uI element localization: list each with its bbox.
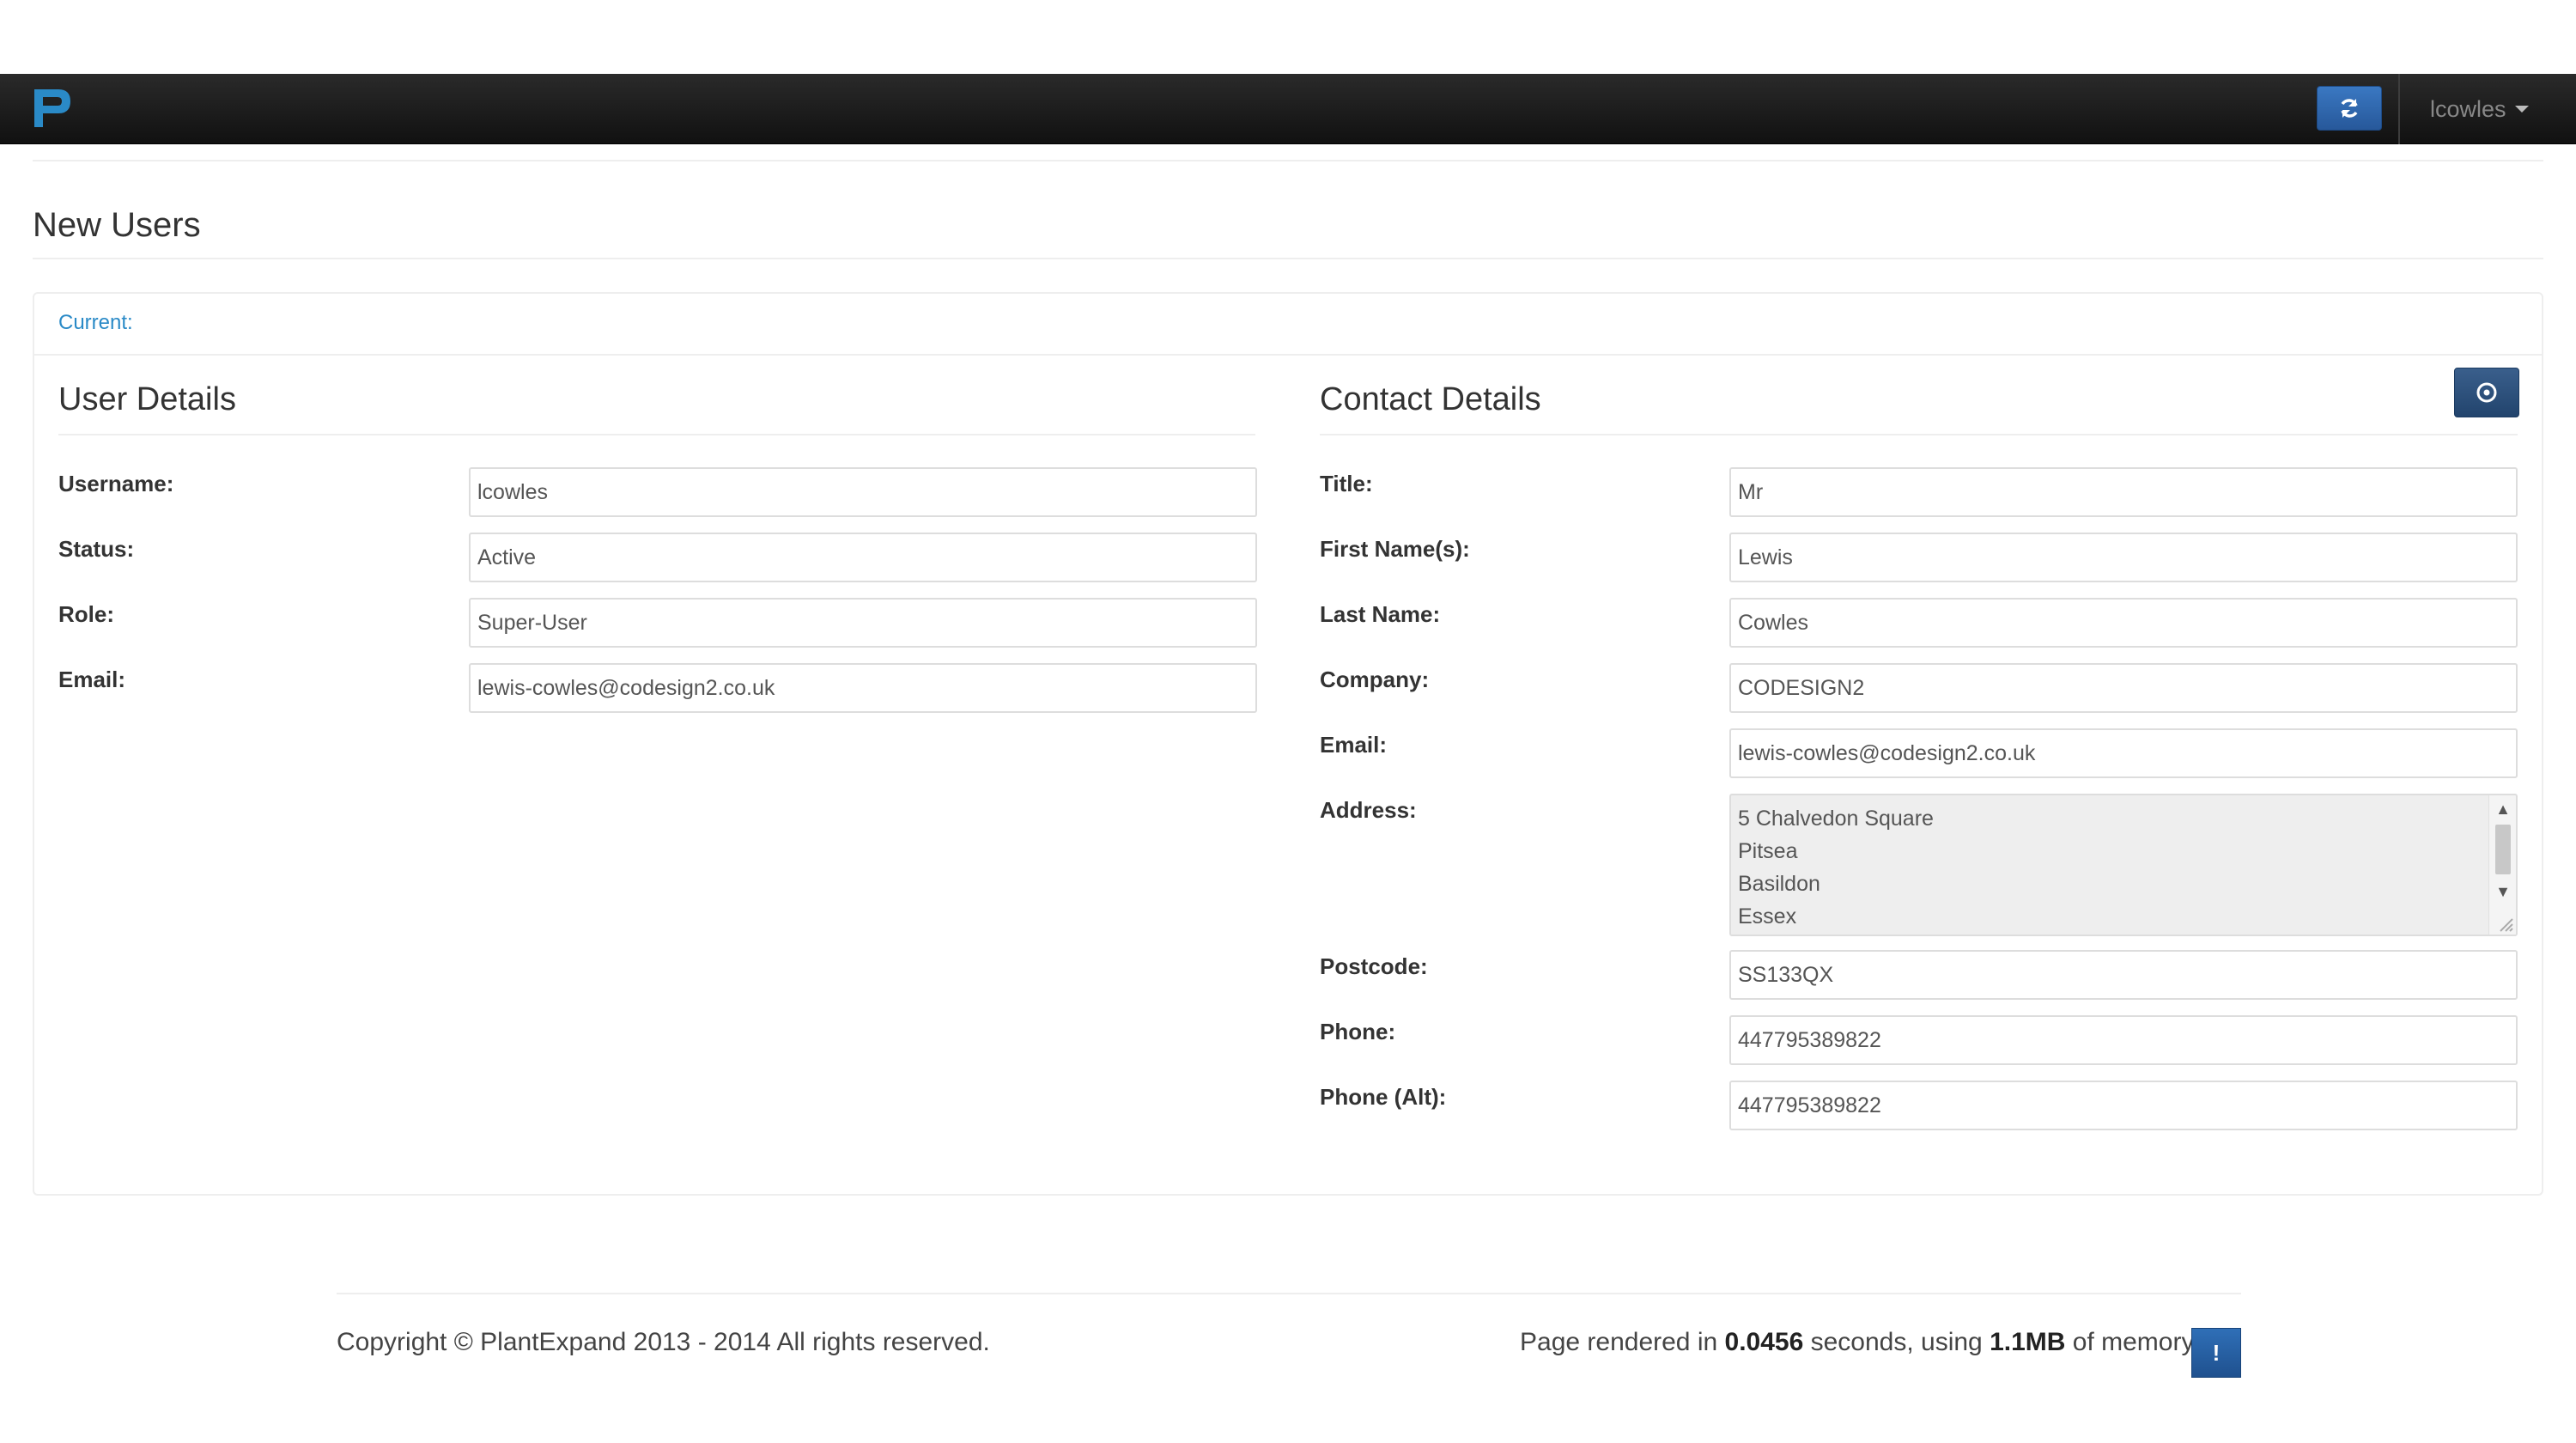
render-suffix: of memory. [2065,1328,2200,1356]
plantexpand-logo-icon[interactable] [31,86,74,131]
address-line: Essex [1738,904,1797,929]
phone-input[interactable] [1729,1015,2518,1065]
render-mid: seconds, using [1803,1328,1990,1356]
circle-dot-icon [2476,382,2497,403]
scroll-up-arrow-icon[interactable]: ▲ [2489,799,2516,819]
resize-grip-icon[interactable] [2495,914,2514,933]
postcode-input[interactable] [1729,950,2518,1000]
contact-email-label: Email: [1320,732,1388,758]
address-textarea[interactable]: 5 Chalvedon Square Pitsea Basildon Essex… [1729,794,2518,936]
info-button[interactable]: ! [2191,1328,2241,1378]
title-label: Title: [1320,471,1373,496]
user-menu-dropdown[interactable]: lcowles [2430,74,2529,144]
first-name-label: First Name(s): [1320,536,1470,562]
panel-header: Current: [34,294,2542,356]
render-memory: 1.1MB [1990,1328,2066,1356]
company-label: Company: [1320,667,1430,692]
company-input[interactable] [1729,663,2518,713]
user-email-label: Email: [58,667,126,692]
render-time: 0.0456 [1724,1328,1804,1356]
address-label: Address: [1320,797,1417,823]
last-name-input[interactable] [1729,598,2518,648]
last-name-label: Last Name: [1320,601,1441,627]
caret-down-icon [2514,106,2529,113]
render-prefix: Page rendered in [1520,1328,1725,1356]
contact-details-title: Contact Details [1320,381,1541,417]
navbar-divider [2398,74,2400,144]
address-lines: 5 Chalvedon Square Pitsea Basildon Essex [1738,802,1934,933]
address-line: Pitsea [1738,839,1798,863]
phone-label: Phone: [1320,1019,1396,1044]
top-divider [33,160,2543,161]
contact-options-button[interactable] [2454,368,2519,417]
scroll-down-arrow-icon[interactable]: ▼ [2489,881,2516,902]
top-navbar: lcowles [0,74,2576,144]
role-input[interactable] [469,598,1257,648]
status-input[interactable] [469,533,1257,582]
username-input[interactable] [469,467,1257,517]
status-label: Status: [58,536,135,562]
user-details-divider [58,434,1255,435]
refresh-icon [2341,99,2358,118]
contact-email-input[interactable] [1729,728,2518,778]
user-menu-name: lcowles [2430,95,2506,122]
page-title: New Users [33,206,201,244]
refresh-button[interactable] [2317,86,2382,131]
title-input[interactable] [1729,467,2518,517]
address-line: Basildon [1738,872,1820,896]
first-name-input[interactable] [1729,533,2518,582]
user-email-input[interactable] [469,663,1257,713]
footer-render-info: Page rendered in 0.0456 seconds, using 1… [1520,1328,2200,1357]
current-link[interactable]: Current: [58,311,133,335]
phone-alt-label: Phone (Alt): [1320,1084,1447,1110]
username-label: Username: [58,471,174,496]
user-details-title: User Details [58,381,236,417]
footer-divider [337,1293,2241,1294]
phone-alt-input[interactable] [1729,1081,2518,1130]
footer-copyright: Copyright © PlantExpand 2013 - 2014 All … [337,1328,990,1356]
scroll-thumb[interactable] [2495,825,2511,874]
contact-details-divider [1320,434,2518,435]
address-line: 5 Chalvedon Square [1738,807,1934,831]
postcode-label: Postcode: [1320,953,1428,979]
role-label: Role: [58,601,114,627]
title-divider [33,258,2543,259]
